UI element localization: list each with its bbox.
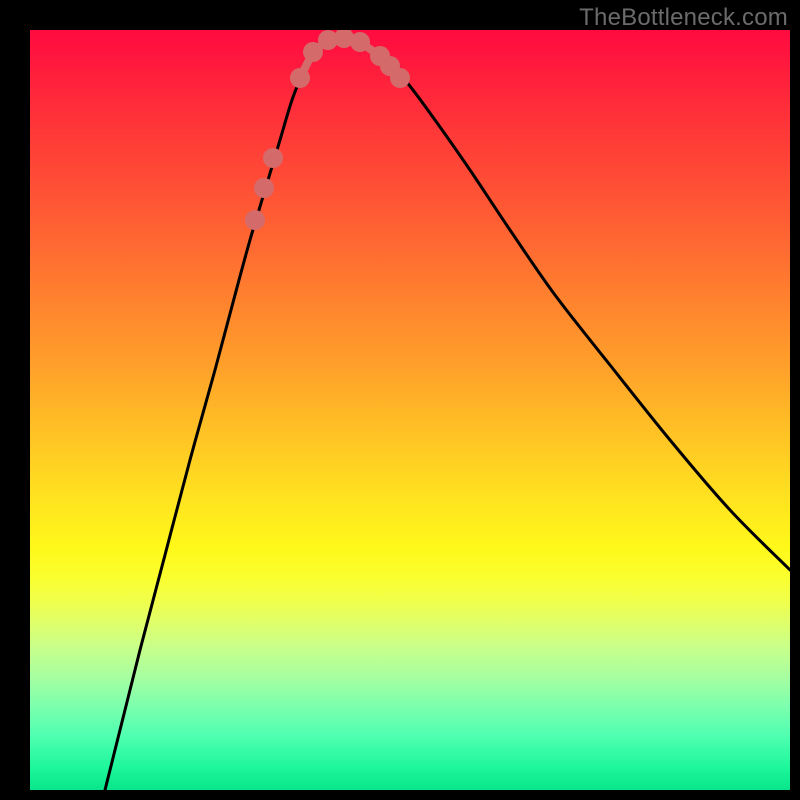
watermark-text: TheBottleneck.com: [579, 4, 788, 32]
plot-area: [30, 30, 790, 790]
gradient-background: [30, 30, 790, 790]
outer-frame: TheBottleneck.com: [0, 0, 800, 800]
